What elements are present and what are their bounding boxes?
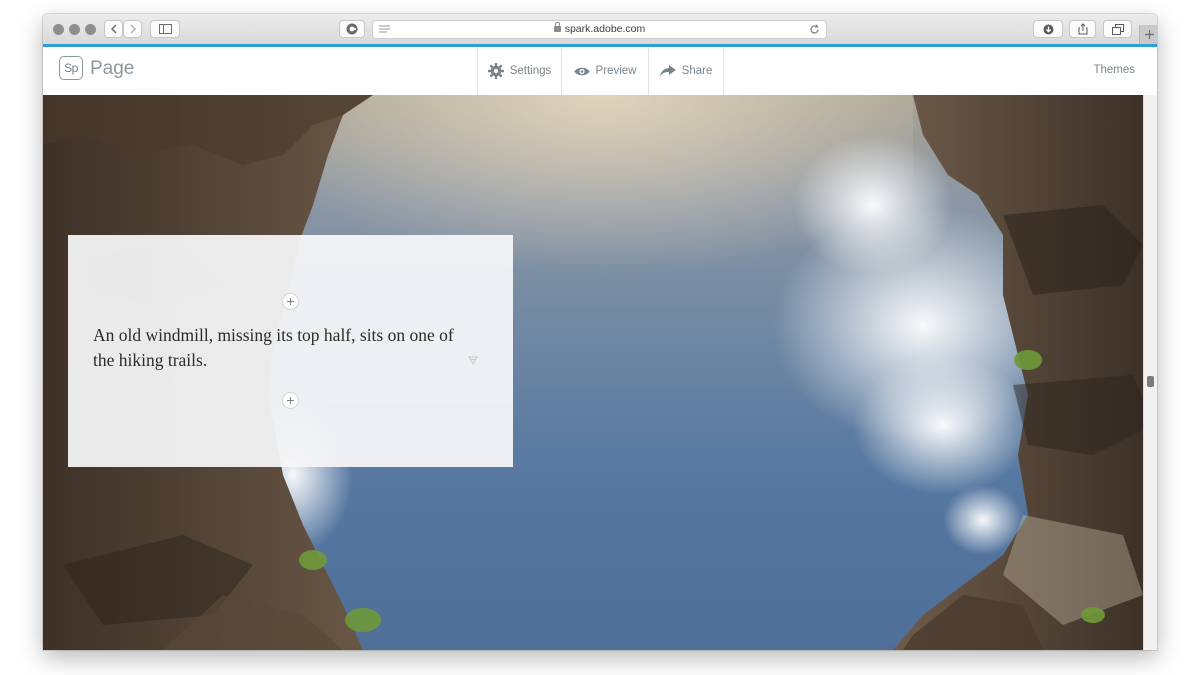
zoom-window-button[interactable] xyxy=(85,24,96,35)
share-sheet-button[interactable] xyxy=(1069,20,1096,38)
back-button[interactable] xyxy=(104,20,123,38)
close-window-button[interactable] xyxy=(53,24,64,35)
download-icon xyxy=(1043,24,1053,34)
spark-header: Sp Page Settings Preview Share Themes xyxy=(43,47,1157,96)
new-tab-button[interactable] xyxy=(1139,25,1157,44)
lock-icon xyxy=(553,22,561,32)
sidebar-icon xyxy=(158,24,172,34)
chevron-right-icon xyxy=(130,24,136,34)
address-bar[interactable]: spark.adobe.com xyxy=(372,20,827,39)
preview-label: Preview xyxy=(595,65,637,77)
reload-icon[interactable] xyxy=(809,24,820,35)
preview-button[interactable]: Preview xyxy=(561,47,648,95)
extension-icon xyxy=(346,23,358,35)
share-arrow-icon xyxy=(659,65,676,77)
browser-toolbar: spark.adobe.com xyxy=(43,14,1157,45)
app-name: Page xyxy=(90,58,135,79)
gear-icon xyxy=(487,63,504,79)
sidebar-toggle-button[interactable] xyxy=(150,20,180,38)
forward-button[interactable] xyxy=(123,20,142,38)
tabs-icon xyxy=(1111,23,1124,35)
settings-button[interactable]: Settings xyxy=(477,47,561,95)
url-text: spark.adobe.com xyxy=(564,23,646,35)
spark-logo[interactable]: Sp xyxy=(59,56,83,80)
share-button[interactable]: Share xyxy=(648,47,724,95)
extension-button[interactable] xyxy=(339,20,365,38)
browser-window: spark.adobe.com Sp Page Settings Preview… xyxy=(43,14,1157,650)
tabs-overview-button[interactable] xyxy=(1103,20,1132,38)
eye-icon xyxy=(574,67,590,75)
plus-icon xyxy=(1144,30,1154,39)
logo-text: Sp xyxy=(64,61,78,75)
downloads-button[interactable] xyxy=(1033,20,1063,38)
add-content-below-button[interactable]: + xyxy=(282,392,299,409)
share-label: Share xyxy=(681,65,713,77)
drag-handle-icon[interactable] xyxy=(468,356,478,365)
settings-label: Settings xyxy=(509,65,552,77)
themes-button[interactable]: Themes xyxy=(1093,64,1135,76)
page-canvas: + An old windmill, missing its top half,… xyxy=(43,95,1157,650)
scrollbar-thumb[interactable] xyxy=(1147,376,1154,387)
chevron-left-icon xyxy=(110,24,116,34)
caption-text[interactable]: An old windmill, missing its top half, s… xyxy=(93,323,463,373)
minimize-window-button[interactable] xyxy=(69,24,80,35)
scrollbar[interactable] xyxy=(1143,95,1157,650)
add-content-above-button[interactable]: + xyxy=(282,293,299,310)
url-display: spark.adobe.com xyxy=(373,22,826,35)
text-block-card[interactable]: + An old windmill, missing its top half,… xyxy=(68,235,513,467)
share-sheet-icon xyxy=(1078,23,1087,35)
